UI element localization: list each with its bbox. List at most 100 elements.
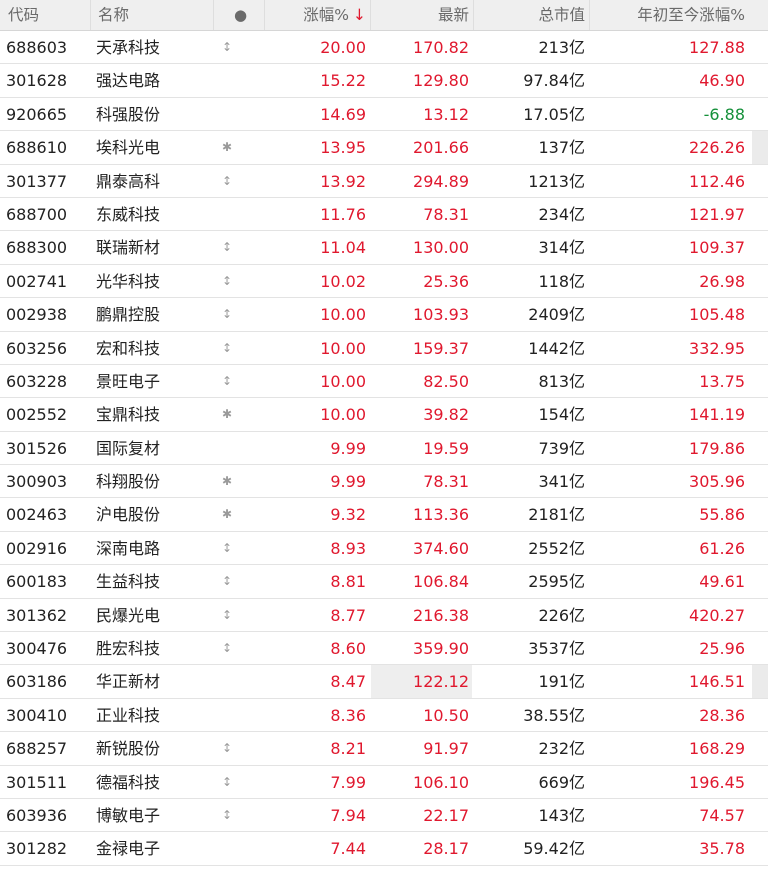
table-row[interactable]: 300903 科翔股份 ✱ 9.99 78.31 341亿 305.96 (0, 465, 768, 499)
stock-code: 688610 (6, 138, 68, 158)
stock-name: 华正新材 (96, 672, 161, 692)
stock-name: 胜宏科技 (96, 639, 161, 659)
last-price: 359.90 (413, 639, 469, 659)
stock-name: 生益科技 (96, 572, 161, 592)
table-row[interactable]: 002552 宝鼎科技 ✱ 10.00 39.82 154亿 141.19 (0, 398, 768, 432)
change-percent: 9.32 (330, 505, 366, 525)
column-separator (370, 0, 371, 30)
margin-flag-icon: ↕ (221, 574, 233, 589)
table-row[interactable]: 300410 正业科技 8.36 10.50 38.55亿 28.36 (0, 699, 768, 733)
stock-table: 代码 名称 ● 涨幅% ↓ 最新 总市值 年初至今涨幅% 688603 天承科技 ↕ 2… (0, 0, 768, 866)
change-percent: 10.00 (320, 338, 366, 358)
table-row[interactable]: 920665 科强股份 14.69 13.12 17.05亿 -6.88 (0, 98, 768, 132)
ytd-change: 121.97 (689, 204, 745, 224)
market-cap: 739亿 (538, 438, 585, 458)
margin-flag-icon: ↕ (221, 741, 233, 756)
margin-flag-icon (221, 699, 233, 732)
market-cap: 3537亿 (528, 639, 585, 659)
last-price: 78.31 (423, 472, 469, 492)
column-header-market-cap[interactable]: 总市值 (480, 0, 585, 30)
ytd-change: 74.57 (699, 805, 745, 825)
table-row[interactable]: 603256 宏和科技 ↕ 10.00 159.37 1442亿 332.95 (0, 332, 768, 365)
margin-flag-icon: ↕ (221, 307, 233, 322)
stock-code: 688700 (6, 204, 68, 224)
last-price: 103.93 (413, 305, 469, 325)
table-row[interactable]: 688603 天承科技 ↕ 20.00 170.82 213亿 127.88 (0, 31, 768, 65)
stock-name: 新锐股份 (96, 739, 161, 759)
change-percent: 8.93 (330, 538, 366, 558)
market-cap: 137亿 (538, 138, 585, 158)
last-price: 22.17 (423, 805, 469, 825)
market-cap: 232亿 (538, 739, 585, 759)
column-header-ytd[interactable]: 年初至今涨幅% (594, 0, 745, 30)
margin-flag-icon: ✱ (221, 407, 233, 422)
stock-name: 深南电路 (96, 538, 161, 558)
stock-name: 光华科技 (96, 271, 161, 291)
margin-flag-icon (221, 665, 233, 698)
margin-flag-icon: ↕ (221, 40, 233, 54)
table-row[interactable]: 002938 鹏鼎控股 ↕ 10.00 103.93 2409亿 105.48 (0, 298, 768, 332)
table-row[interactable]: 301362 民爆光电 ↕ 8.77 216.38 226亿 420.27 (0, 599, 768, 633)
table-row[interactable]: 002916 深南电路 ↕ 8.93 374.60 2552亿 61.26 (0, 532, 768, 566)
stock-name: 东威科技 (96, 204, 161, 224)
market-cap: 143亿 (538, 805, 585, 825)
change-percent: 8.36 (330, 705, 366, 725)
column-header-change-label: 涨幅% (303, 6, 349, 24)
change-percent: 7.94 (330, 805, 366, 825)
change-percent: 8.77 (330, 605, 366, 625)
last-price: 294.89 (413, 171, 469, 191)
column-header-dot-icon[interactable]: ● (234, 0, 247, 30)
stock-code: 603228 (6, 371, 68, 391)
stock-code: 002938 (6, 305, 68, 325)
ytd-change: 305.96 (689, 472, 745, 492)
change-percent: 9.99 (330, 472, 366, 492)
column-header-code[interactable]: 代码 (8, 0, 39, 30)
stock-name: 埃科光电 (96, 138, 161, 158)
ytd-change: 55.86 (699, 505, 745, 525)
table-row[interactable]: 603186 华正新材 8.47 122.12 191亿 146.51 (0, 665, 768, 699)
stock-name: 正业科技 (96, 705, 161, 725)
column-header-change-sorted[interactable]: 涨幅% ↓ (266, 0, 366, 30)
last-price: 13.12 (423, 104, 469, 124)
table-row[interactable]: 688700 东威科技 11.76 78.31 234亿 121.97 (0, 198, 768, 232)
table-row[interactable]: 301511 德福科技 ↕ 7.99 106.10 669亿 196.45 (0, 766, 768, 799)
table-row[interactable]: 688610 埃科光电 ✱ 13.95 201.66 137亿 226.26 (0, 131, 768, 165)
table-row[interactable]: 301526 国际复材 9.99 19.59 739亿 179.86 (0, 432, 768, 466)
table-row[interactable]: 600183 生益科技 ↕ 8.81 106.84 2595亿 49.61 (0, 565, 768, 599)
table-row[interactable]: 603936 博敏电子 ↕ 7.94 22.17 143亿 74.57 (0, 799, 768, 833)
table-row[interactable]: 688257 新锐股份 ↕ 8.21 91.97 232亿 168.29 (0, 732, 768, 766)
margin-flag-icon: ↕ (221, 273, 233, 288)
stock-code: 301526 (6, 438, 68, 458)
column-header-last[interactable]: 最新 (372, 0, 469, 30)
stock-code: 002916 (6, 538, 68, 558)
ytd-change: 13.75 (699, 371, 745, 391)
margin-flag-icon: ↕ (221, 373, 233, 388)
stock-code: 301377 (6, 171, 68, 191)
margin-flag-icon (221, 832, 233, 865)
last-price: 159.37 (413, 338, 469, 358)
stock-code: 300410 (6, 705, 68, 725)
sort-desc-arrow-icon: ↓ (353, 6, 366, 24)
change-percent: 7.44 (330, 839, 366, 859)
table-row[interactable]: 002463 沪电股份 ✱ 9.32 113.36 2181亿 55.86 (0, 498, 768, 532)
table-row[interactable]: 301628 强达电路 15.22 129.80 97.84亿 46.90 (0, 64, 768, 98)
table-row[interactable]: 300476 胜宏科技 ↕ 8.60 359.90 3537亿 25.96 (0, 632, 768, 666)
market-cap: 154亿 (538, 405, 585, 425)
ytd-change: 127.88 (689, 38, 745, 57)
ytd-change: 146.51 (689, 672, 745, 692)
table-body: 688603 天承科技 ↕ 20.00 170.82 213亿 127.88 301628 强达… (0, 31, 768, 866)
table-row[interactable]: 688300 联瑞新材 ↕ 11.04 130.00 314亿 109.37 (0, 231, 768, 265)
last-price: 113.36 (413, 505, 469, 525)
table-row[interactable]: 301377 鼎泰高科 ↕ 13.92 294.89 1213亿 112.46 (0, 165, 768, 198)
table-row[interactable]: 301282 金禄电子 7.44 28.17 59.42亿 35.78 (0, 832, 768, 866)
table-row[interactable]: 603228 景旺电子 ↕ 10.00 82.50 813亿 13.75 (0, 365, 768, 399)
market-cap: 118亿 (538, 271, 585, 291)
stock-name: 博敏电子 (96, 805, 161, 825)
market-cap: 38.55亿 (523, 705, 585, 725)
ytd-change: 420.27 (689, 605, 745, 625)
column-separator (473, 0, 474, 30)
table-row[interactable]: 002741 光华科技 ↕ 10.02 25.36 118亿 26.98 (0, 265, 768, 299)
last-price: 106.84 (413, 572, 469, 592)
column-header-name[interactable]: 名称 (98, 0, 129, 30)
stock-code: 688300 (6, 238, 68, 258)
